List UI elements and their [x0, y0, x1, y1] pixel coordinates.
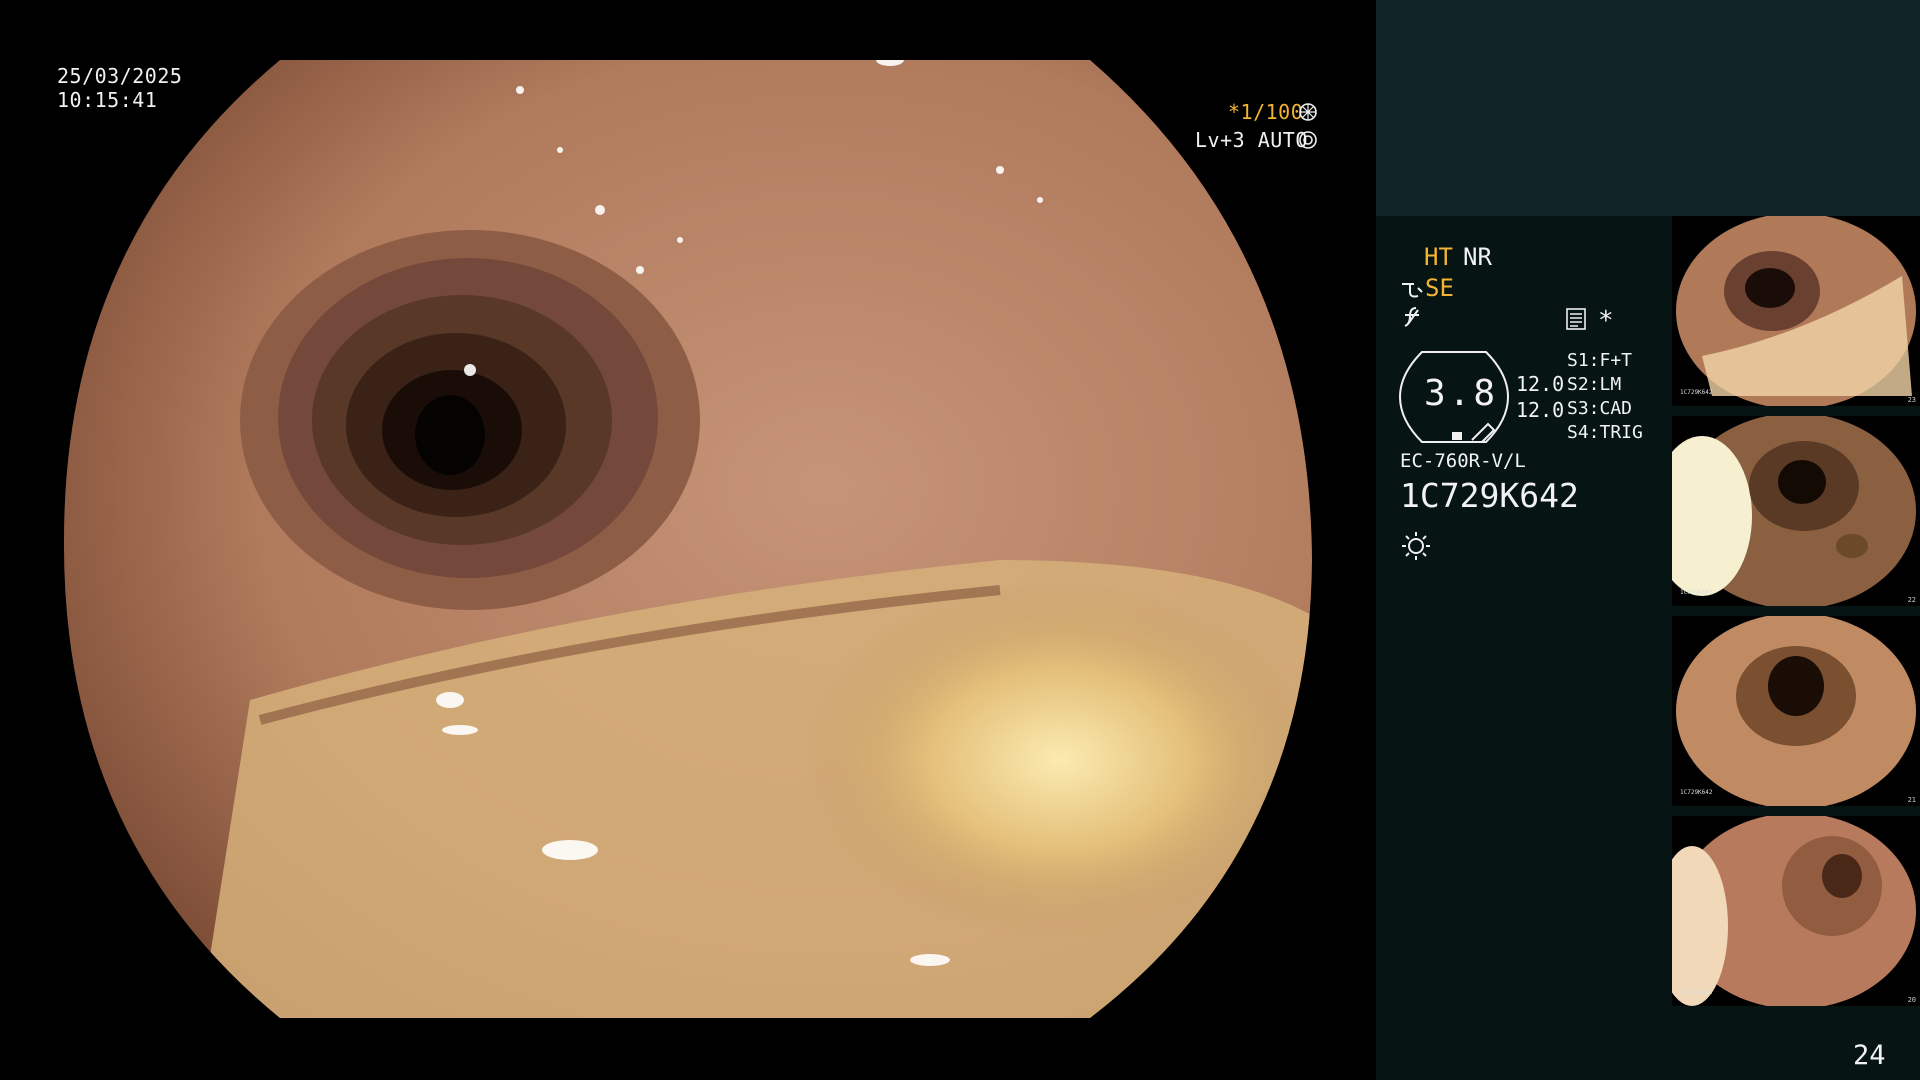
date-readout: 25/03/2025	[57, 64, 183, 88]
light-source-icon	[1402, 532, 1430, 560]
switch-s3: S3:CAD	[1567, 398, 1633, 419]
capture-thumbnail[interactable]: 1C729K642 23	[1672, 216, 1920, 406]
endoscope-main-view: 25/03/2025 10:15:41 *1/100 Lv+3 AUTO	[0, 0, 1376, 1080]
level-readout: Lv+3 AUTO	[1195, 128, 1308, 152]
capture-thumbnail[interactable]: 1C729K642 22	[1672, 416, 1920, 606]
endoscopic-image	[0, 0, 1376, 1080]
time-readout: 10:15:41	[57, 88, 158, 112]
auto-iris-icon	[1299, 131, 1317, 149]
switch-s1: S1:F+T	[1567, 350, 1633, 371]
aperture-icon	[1299, 103, 1317, 121]
scope-serial: 1C729K642	[1400, 476, 1579, 515]
asterisk-icon: *	[1598, 306, 1614, 336]
panel-header-area	[1376, 0, 1920, 216]
switch-s2: S2:LM	[1567, 374, 1622, 395]
thumbnail-index: 23	[1907, 396, 1916, 404]
thumbnail-serial: 1C729K642	[1680, 389, 1713, 396]
thumbnail-serial: 1C729K642	[1680, 989, 1713, 996]
thumbnail-image	[1672, 416, 1916, 606]
color-tone-icon	[1404, 307, 1419, 327]
capture-thumbnail[interactable]: 1C729K642 21	[1672, 616, 1920, 806]
record-list-icon[interactable]	[1566, 308, 1586, 330]
thumbnail-image	[1672, 816, 1916, 1006]
capture-thumbnail[interactable]: 1C729K642 20	[1672, 816, 1920, 1006]
thumbnail-image	[1676, 216, 1916, 406]
thumbnail-image	[1676, 616, 1916, 806]
structure-enhance-icon	[1402, 283, 1423, 298]
thumbnail-index: 21	[1907, 796, 1916, 804]
thumbnail-index: 20	[1907, 996, 1916, 1004]
ht-mode-label: HT	[1424, 243, 1453, 271]
value-a: 12.0	[1516, 372, 1565, 396]
thumbnail-serial: 1C729K642	[1680, 589, 1713, 596]
switch-s4: S4:TRIG	[1567, 422, 1643, 443]
se-mode-label: SE	[1425, 274, 1454, 302]
thumbnail-serial: 1C729K642	[1680, 789, 1713, 796]
page-number: 24	[1853, 1040, 1886, 1071]
value-b: 12.0	[1516, 398, 1565, 422]
scope-model: EC-760R-V/L	[1400, 450, 1526, 472]
thumbnail-index: 22	[1907, 596, 1916, 604]
nr-mode-label: NR	[1463, 243, 1492, 271]
shutter-readout: *1/100	[1228, 100, 1304, 124]
zoom-value: 3.8	[1424, 373, 1499, 414]
